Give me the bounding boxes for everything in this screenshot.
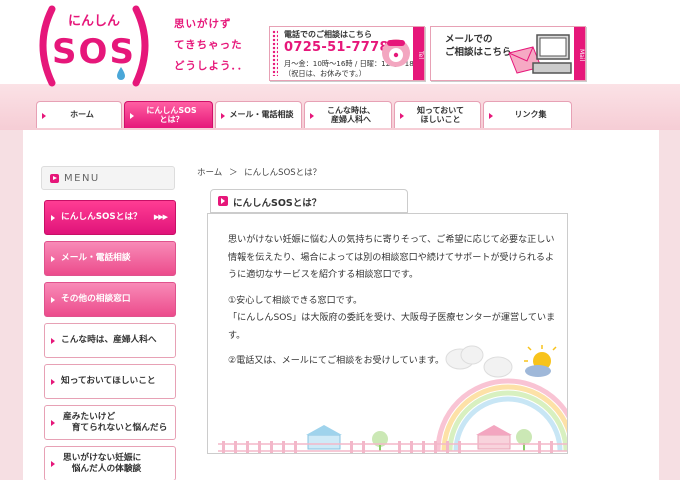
nav-tab-know[interactable]: 知っておいて ほしいこと <box>394 101 481 128</box>
tagline-line: てきちゃった <box>174 39 243 51</box>
arrow-icon <box>218 196 228 206</box>
sidebar-item-label: こんな時は、産婦人科へ <box>61 335 157 345</box>
page-title: にんしんSOSとは？ <box>233 198 322 209</box>
tagline-line: どうしよう．． <box>174 60 249 72</box>
dotted-border <box>272 30 278 76</box>
breadcrumb: ホーム ＞ にんしんSOSとは？ <box>197 166 321 178</box>
page-title-tab: にんしんSOSとは？ <box>210 189 408 213</box>
nav-tab-home[interactable]: ホーム <box>36 101 122 128</box>
tel-side-tab: Tel <box>413 27 424 80</box>
sidebar-item-know[interactable]: 知っておいてほしいこと <box>44 364 176 399</box>
logo-sos: SOS <box>52 32 136 72</box>
breadcrumb-current: にんしんSOSとは？ <box>244 168 322 178</box>
computer-mail-icon <box>508 34 572 74</box>
mail-label: メールでの ご相談はこちら <box>445 34 512 58</box>
tagline-line: 思いがけず <box>174 18 232 30</box>
sidebar-item-label: にんしんSOSとは？ <box>61 212 142 222</box>
nav-tab-obstetrics[interactable]: こんな時は、 産婦人科へ <box>304 101 392 128</box>
arrow-icon <box>50 174 59 183</box>
tel-label: 電話でのご相談はこちら <box>284 30 372 39</box>
article-text: 思いがけない妊娠に悩む人の気持ちに寄りそって、ご希望に応じて必要な正しい情報を伝… <box>228 232 558 379</box>
sidebar-heading-label: MENU <box>64 173 100 184</box>
sidebar-item-label: その他の相談窓口 <box>61 294 131 304</box>
logo-arc-text: にんしん <box>68 14 120 29</box>
nav-tab-consult[interactable]: メール・電話相談 <box>215 101 302 128</box>
sidebar-item-label: 産みたいけど 育てられないと悩んだら <box>63 411 168 433</box>
sidebar-item-other-windows[interactable]: その他の相談窓口 <box>44 282 176 317</box>
sidebar-item-obstetrics[interactable]: こんな時は、産婦人科へ <box>44 323 176 358</box>
sidebar-item-experiences[interactable]: 思いがけない妊娠に 悩んだ人の体験談 <box>44 446 176 480</box>
triple-arrow-icon: ▶▶▶ <box>153 213 168 221</box>
nav-tab-links[interactable]: リンク集 <box>483 101 572 128</box>
sidebar-item-label: 知っておいてほしいこと <box>61 376 156 386</box>
sidebar-heading: MENU <box>41 166 175 190</box>
tel-contact-box[interactable]: 電話でのご相談はこちら 0725-51-7778 月～金：10時～16時 / 日… <box>269 26 425 81</box>
paragraph: ②電話又は、メールにてご相談をお受けしています。 <box>228 356 445 366</box>
nishin-sos-logo[interactable]: にんしん SOS <box>30 3 158 87</box>
article-body: 思いがけない妊娠に悩む人の気持ちに寄りそって、ご希望に応じて必要な正しい情報を伝… <box>207 213 568 454</box>
sidebar-item-cannot-raise[interactable]: 産みたいけど 育てられないと悩んだら <box>44 405 176 440</box>
paragraph: 思いがけない妊娠に悩む人の気持ちに寄りそって、ご希望に応じて必要な正しい情報を伝… <box>228 235 555 280</box>
telephone-icon <box>382 39 410 67</box>
breadcrumb-home[interactable]: ホーム <box>197 168 222 178</box>
sidebar-item-label: メール・電話相談 <box>61 253 131 263</box>
main-nav: ホーム にんしんSOS とは？ メール・電話相談 こんな時は、 産婦人科へ 知っ… <box>36 101 578 129</box>
sidebar-item-consult[interactable]: メール・電話相談 <box>44 241 176 276</box>
breadcrumb-separator: ＞ <box>228 168 238 178</box>
tel-number[interactable]: 0725-51-7778 <box>284 40 389 55</box>
nav-tab-about[interactable]: にんしんSOS とは？ <box>124 101 213 128</box>
sidebar-item-about[interactable]: にんしんSOSとは？ ▶▶▶ <box>44 200 176 235</box>
mail-contact-box[interactable]: メールでの ご相談はこちら Mail <box>430 26 586 81</box>
sidebar-item-label: 思いがけない妊娠に 悩んだ人の体験談 <box>63 452 142 474</box>
paragraph: ①安心して相談できる窓口です。 「にんしんSOS」は大阪府の委託を受け、大阪母子… <box>228 295 556 341</box>
mail-side-tab: Mail <box>574 27 585 80</box>
tagline: 思いがけず てきちゃった どうしよう．． <box>174 14 248 77</box>
